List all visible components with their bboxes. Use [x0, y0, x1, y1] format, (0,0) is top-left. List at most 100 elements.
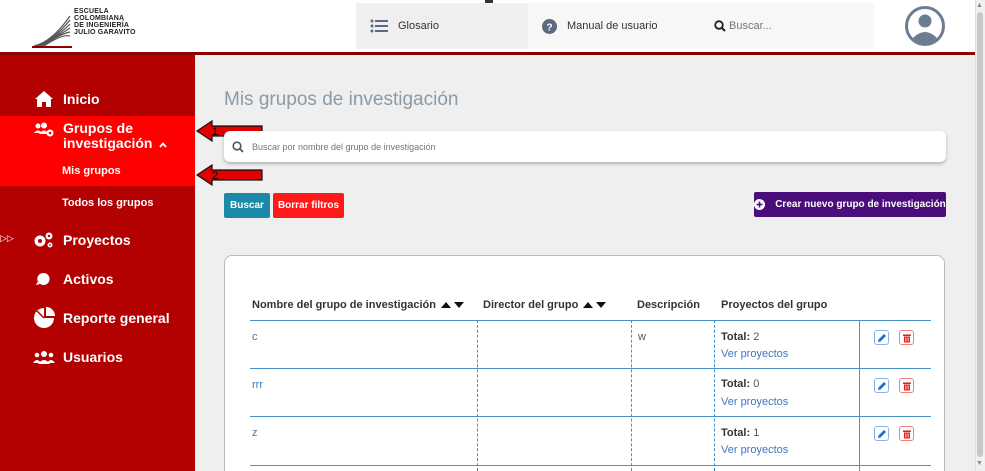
sidebar-label-proyectos: Proyectos: [63, 232, 131, 248]
school-logo[interactable]: ESCUELA COLOMBIANA DE INGENIERÍA JULIO G…: [30, 4, 150, 48]
crear-grupo-label: Crear nuevo grupo de investigación: [775, 199, 946, 210]
group-search-box[interactable]: [224, 131, 946, 162]
trash-icon: [902, 334, 911, 342]
ver-proyectos-link[interactable]: Ver proyectos: [721, 348, 788, 360]
project-total: Total: 0: [721, 378, 759, 390]
logo-line-3: DE INGENIERÍA: [74, 22, 130, 29]
manual-label: Manual de usuario: [567, 20, 658, 32]
total-label: Total:: [721, 378, 751, 390]
sidebar-label-mis-grupos: Mis grupos: [62, 165, 121, 177]
header-director-label: Director del grupo: [483, 299, 579, 311]
sidebar-item-usuarios[interactable]: Usuarios: [0, 345, 195, 369]
delete-button[interactable]: [899, 330, 914, 345]
total-value: 2: [753, 331, 760, 343]
logo-lines-icon: [32, 15, 72, 48]
total-label: Total:: [721, 427, 751, 439]
column-divider: [477, 320, 478, 471]
annotation-arrow-2: [196, 164, 263, 186]
piggy-icon: [33, 269, 55, 289]
scrollbar-thumb[interactable]: [977, 12, 983, 457]
search-icon: [232, 140, 244, 153]
plus-circle-icon: [754, 199, 766, 210]
sidebar-item-activos[interactable]: Activos: [0, 267, 195, 291]
edit-button[interactable]: [874, 426, 889, 441]
collapse-toggle-icon[interactable]: ▷▷: [0, 233, 14, 244]
trash-icon: [902, 382, 911, 390]
trash-icon: [902, 430, 911, 438]
pencil-icon: [877, 333, 886, 342]
project-total: Total: 1: [721, 427, 759, 439]
header-proyectos: Proyectos del grupo: [721, 299, 828, 311]
annotation-number-1: 1: [212, 126, 219, 138]
page-title: Mis grupos de investigación: [224, 89, 459, 110]
buscar-button[interactable]: Buscar: [224, 193, 270, 218]
sort-icon[interactable]: [440, 301, 466, 309]
top-header: ESCUELA COLOMBIANA DE INGENIERÍA JULIO G…: [0, 0, 975, 52]
logo-text: ESCUELA COLOMBIANA DE INGENIERÍA JULIO G…: [74, 8, 136, 36]
row-divider: [250, 368, 931, 369]
home-icon: [33, 89, 55, 109]
header-search[interactable]: [700, 3, 874, 49]
sidebar-item-inicio[interactable]: Inicio: [0, 87, 195, 111]
column-divider: [859, 320, 860, 471]
pencil-icon: [877, 381, 886, 390]
borrar-filtros-button[interactable]: Borrar filtros: [273, 193, 344, 218]
scroll-up-icon[interactable]: ▲: [976, 2, 983, 9]
edit-button[interactable]: [874, 330, 889, 345]
users-cog-icon: [33, 120, 55, 140]
group-search-input[interactable]: [252, 141, 902, 152]
sidebar-item-proyectos[interactable]: Proyectos: [0, 228, 195, 252]
ver-proyectos-link[interactable]: Ver proyectos: [721, 396, 788, 408]
sidebar: Inicio Grupos de investigación Mis grupo…: [0, 55, 195, 471]
sidebar-label-inicio: Inicio: [63, 91, 100, 107]
group-name-link[interactable]: z: [252, 427, 258, 439]
row-divider: [250, 416, 931, 417]
edit-button[interactable]: [874, 378, 889, 393]
scroll-down-icon[interactable]: ▼: [976, 460, 983, 467]
logo-line-1: ESCUELA: [74, 8, 109, 15]
users-icon: [33, 347, 55, 367]
list-icon: [370, 19, 388, 33]
sidebar-item-todos-grupos[interactable]: Todos los grupos: [0, 191, 195, 215]
row-divider: [250, 465, 931, 466]
grupos-line-2: investigación: [63, 135, 153, 151]
column-divider: [631, 320, 632, 471]
total-label: Total:: [721, 331, 751, 343]
header-search-input[interactable]: [729, 20, 849, 32]
sort-icon[interactable]: [582, 301, 608, 309]
delete-button[interactable]: [899, 378, 914, 393]
table-header-divider: [250, 320, 931, 321]
cogs-icon: [33, 230, 55, 250]
group-name-link[interactable]: c: [252, 331, 258, 343]
crear-grupo-button[interactable]: Crear nuevo grupo de investigación: [754, 192, 946, 217]
sidebar-label-reporte: Reporte general: [63, 310, 170, 326]
sidebar-item-grupos[interactable]: Grupos de investigación: [0, 116, 195, 156]
sidebar-label-todos-grupos: Todos los grupos: [62, 197, 154, 209]
header-nombre-label: Nombre del grupo de investigación: [252, 299, 436, 311]
sidebar-item-mis-grupos[interactable]: Mis grupos: [0, 156, 195, 186]
glosario-button[interactable]: Glosario: [356, 3, 528, 49]
total-value: 0: [753, 378, 760, 390]
header-nombre[interactable]: Nombre del grupo de investigación: [252, 299, 466, 311]
logo-line-2: COLOMBIANA: [74, 15, 125, 22]
sidebar-item-reporte[interactable]: Reporte general: [0, 305, 195, 331]
manual-button[interactable]: ? Manual de usuario: [528, 3, 700, 49]
user-avatar[interactable]: [874, 3, 975, 49]
total-value: 1: [753, 427, 760, 439]
delete-button[interactable]: [899, 426, 914, 441]
pencil-icon: [877, 429, 886, 438]
search-icon: [714, 20, 726, 32]
project-total: Total: 2: [721, 331, 759, 343]
logo-line-4: JULIO GARAVITO: [74, 29, 136, 36]
sidebar-label-grupos: Grupos de investigación: [63, 121, 168, 151]
ver-proyectos-link[interactable]: Ver proyectos: [721, 444, 788, 456]
annotation-number-2: 2: [212, 170, 219, 182]
glosario-label: Glosario: [398, 20, 439, 32]
group-name-link[interactable]: rrr: [252, 379, 263, 391]
header-descripcion: Descripción: [637, 299, 700, 311]
svg-text:?: ?: [546, 22, 552, 33]
groups-table-card: [224, 255, 945, 471]
sidebar-label-activos: Activos: [63, 271, 114, 287]
chevron-up-icon: [159, 136, 168, 151]
header-director[interactable]: Director del grupo: [483, 299, 608, 311]
